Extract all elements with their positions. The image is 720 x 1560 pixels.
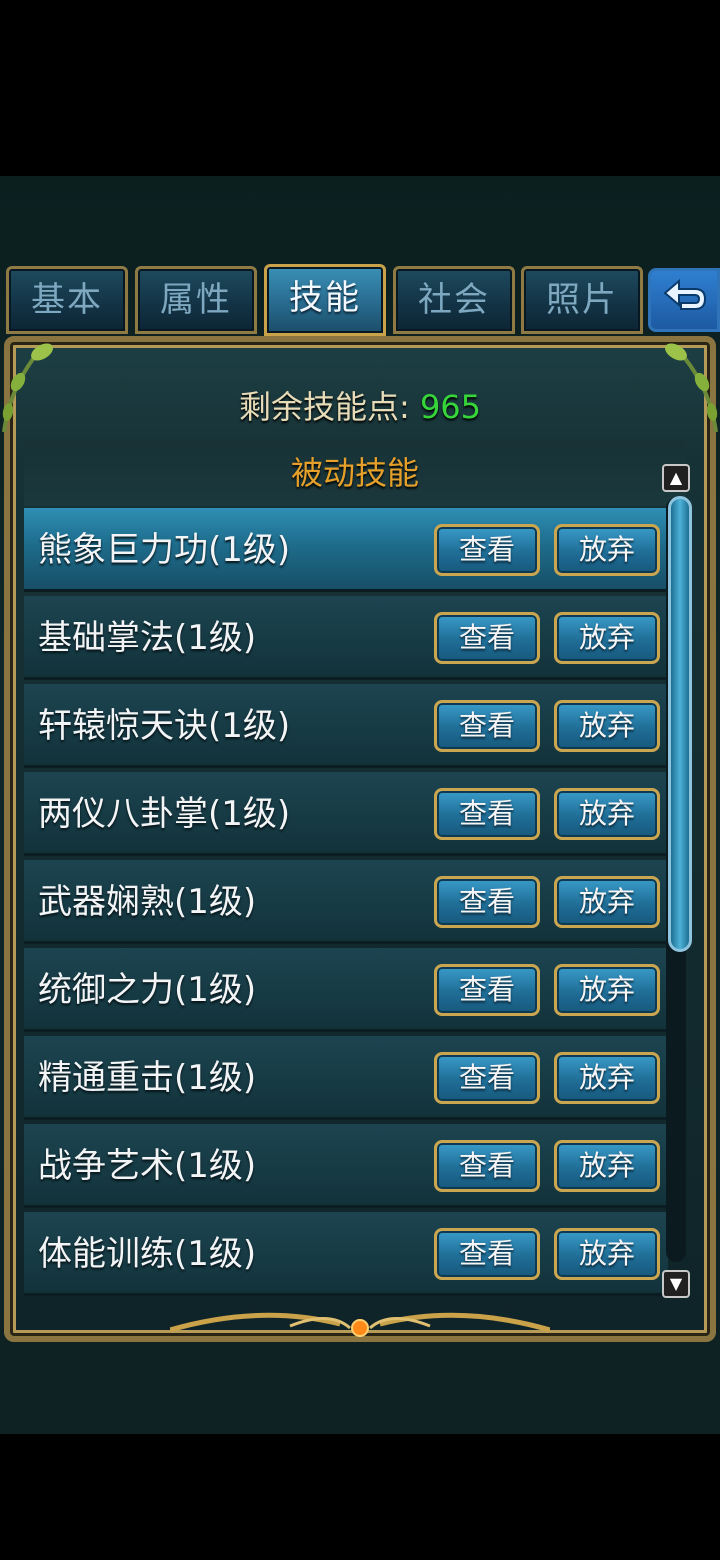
abandon-button[interactable]: 放弃	[554, 612, 660, 664]
skill-row[interactable]: 战争艺术(1级) 查看 放弃	[24, 1124, 668, 1208]
abandon-button[interactable]: 放弃	[554, 788, 660, 840]
abandon-button[interactable]: 放弃	[554, 1228, 660, 1280]
abandon-button[interactable]: 放弃	[554, 1140, 660, 1192]
skill-points-value: 965	[419, 388, 482, 426]
skill-row[interactable]: 武器娴熟(1级) 查看 放弃	[24, 860, 668, 944]
skill-row[interactable]: 两仪八卦掌(1级) 查看 放弃	[24, 772, 668, 856]
skill-row[interactable]: 统御之力(1级) 查看 放弃	[24, 948, 668, 1032]
abandon-button[interactable]: 放弃	[554, 524, 660, 576]
skill-row[interactable]: 体能训练(1级) 查看 放弃	[24, 1212, 668, 1296]
bottom-ornament-icon	[170, 1312, 550, 1337]
abandon-button[interactable]: 放弃	[554, 700, 660, 752]
skill-row[interactable]: 轩辕惊天诀(1级) 查看 放弃	[24, 684, 668, 768]
skill-row[interactable]: 基础掌法(1级) 查看 放弃	[24, 596, 668, 680]
scrollbar-thumb[interactable]	[668, 496, 692, 952]
tab-bar: 基本 属性 技能 社会 照片	[6, 264, 720, 338]
view-button[interactable]: 查看	[434, 1140, 540, 1192]
scroll-up-button[interactable]: ▲	[662, 464, 690, 492]
view-button[interactable]: 查看	[434, 964, 540, 1016]
leaf-ornament-icon	[665, 343, 718, 433]
view-button[interactable]: 查看	[434, 700, 540, 752]
view-button[interactable]: 查看	[434, 612, 540, 664]
triangle-down-icon: ▼	[669, 1274, 683, 1293]
view-button[interactable]: 查看	[434, 524, 540, 576]
section-title: 被动技能	[24, 440, 686, 506]
tab-social[interactable]: 社会	[393, 266, 515, 334]
view-button[interactable]: 查看	[434, 1228, 540, 1280]
tab-photo[interactable]: 照片	[521, 266, 643, 334]
leaf-ornament-icon	[2, 343, 53, 433]
back-button[interactable]	[648, 268, 720, 332]
view-button[interactable]: 查看	[434, 876, 540, 928]
skill-name: 武器娴熟(1级)	[38, 882, 257, 922]
game-screen: 基本 属性 技能 社会 照片 剩余技能点: 965 被动技能 熊象巨力功(1级)…	[0, 176, 720, 1434]
tab-basic[interactable]: 基本	[6, 266, 128, 334]
skill-row[interactable]: 熊象巨力功(1级) 查看 放弃	[24, 508, 668, 592]
tab-attributes[interactable]: 属性	[135, 266, 257, 334]
skill-row[interactable]: 精通重击(1级) 查看 放弃	[24, 1036, 668, 1120]
view-button[interactable]: 查看	[434, 1052, 540, 1104]
remaining-skill-points: 剩余技能点: 965	[10, 382, 710, 428]
skill-name: 两仪八卦掌(1级)	[38, 794, 291, 834]
triangle-up-icon: ▲	[669, 468, 683, 487]
skill-name: 熊象巨力功(1级)	[38, 530, 291, 570]
abandon-button[interactable]: 放弃	[554, 876, 660, 928]
skill-name: 基础掌法(1级)	[38, 618, 257, 658]
skill-name: 统御之力(1级)	[38, 970, 257, 1010]
skill-name: 精通重击(1级)	[38, 1058, 257, 1098]
skill-name: 战争艺术(1级)	[38, 1146, 257, 1186]
skill-name: 体能训练(1级)	[38, 1234, 257, 1274]
view-button[interactable]: 查看	[434, 788, 540, 840]
abandon-button[interactable]: 放弃	[554, 1052, 660, 1104]
skills-panel: 剩余技能点: 965 被动技能 熊象巨力功(1级) 查看 放弃 基础掌法(1级)…	[4, 336, 716, 1342]
skill-name: 轩辕惊天诀(1级)	[38, 706, 291, 746]
skill-points-label: 剩余技能点:	[238, 388, 410, 426]
skill-list: 熊象巨力功(1级) 查看 放弃 基础掌法(1级) 查看 放弃 轩辕惊天诀(1级)…	[24, 508, 668, 1308]
abandon-button[interactable]: 放弃	[554, 964, 660, 1016]
scroll-down-button[interactable]: ▼	[662, 1270, 690, 1298]
back-arrow-icon	[663, 278, 707, 310]
tab-skills[interactable]: 技能	[264, 264, 386, 336]
